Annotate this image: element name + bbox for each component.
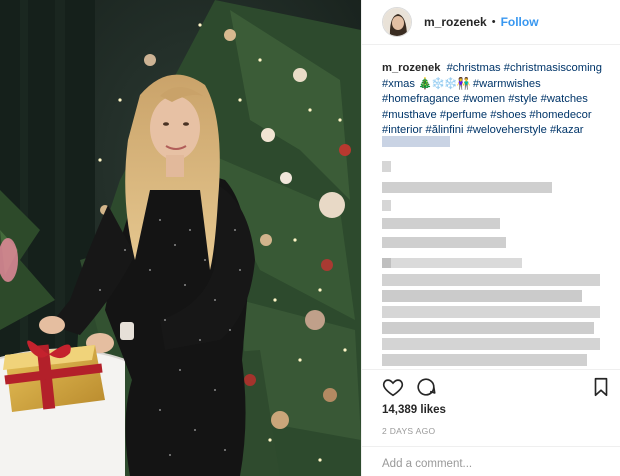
comment-divider <box>362 446 620 447</box>
actions-divider <box>362 369 620 370</box>
post-photo[interactable] <box>0 0 361 476</box>
heart-outline-icon[interactable] <box>382 376 404 398</box>
hashtag-link[interactable]: #women <box>463 93 505 105</box>
hashtag-link[interactable]: #christmas <box>447 62 501 74</box>
caption-username[interactable]: m_rozenek <box>382 62 440 74</box>
hashtag-link[interactable]: #homedecor <box>529 109 591 121</box>
hashtag-link[interactable]: #perfume <box>440 109 487 121</box>
likes-count[interactable]: 14,389 likes <box>382 404 446 416</box>
post-caption: m_rozenek #christmas #christmasiscoming … <box>382 61 612 139</box>
caption-line-4: #musthave #perfume #shoes #homedecor <box>382 108 612 124</box>
christmas-portrait-image <box>0 0 361 476</box>
caption-line-3: #homefragance #women #style #watches <box>382 92 612 108</box>
hashtag-link[interactable]: #shoes <box>490 109 526 121</box>
caption-emoji: 🎄❄️❄️👫 <box>418 77 471 90</box>
caption-line-1: m_rozenek #christmas #christmasiscoming <box>382 61 612 77</box>
separator-dot: • <box>491 16 496 28</box>
follow-button[interactable]: Follow <box>501 15 539 29</box>
post-side-panel: m_rozenek • Follow m_rozenek #christmas … <box>361 0 620 476</box>
comment-input[interactable] <box>382 455 602 473</box>
hashtag-link[interactable]: #warmwishes <box>473 78 541 90</box>
hashtag-link[interactable]: #ălinfini <box>426 124 464 136</box>
hashtag-link[interactable]: #musthave <box>382 109 437 121</box>
hashtag-link[interactable]: #kazar <box>550 124 584 136</box>
avatar[interactable] <box>382 7 412 37</box>
hashtag-link[interactable]: #watches <box>541 93 588 105</box>
hashtag-link[interactable]: #christmasiscoming <box>504 62 602 74</box>
header-username[interactable]: m_rozenek <box>424 15 487 29</box>
hashtag-link[interactable]: #style <box>508 93 537 105</box>
post-header: m_rozenek • Follow <box>362 0 620 44</box>
hashtag-link[interactable]: #interior <box>382 124 422 136</box>
bookmark-icon[interactable] <box>590 376 612 398</box>
speech-bubble-icon[interactable] <box>415 376 437 398</box>
hashtag-link[interactable]: #homefragance <box>382 93 460 105</box>
hashtag-link[interactable]: #xmas <box>382 78 415 90</box>
post-actions <box>382 376 612 398</box>
post-timestamp[interactable]: 2 DAYS AGO <box>382 426 435 436</box>
hashtag-link[interactable]: #weloveherstyle <box>467 124 547 136</box>
instagram-post: m_rozenek • Follow m_rozenek #christmas … <box>0 0 620 476</box>
header-divider <box>362 44 620 45</box>
caption-line-2: #xmas 🎄❄️❄️👫 #warmwishes <box>382 77 612 93</box>
